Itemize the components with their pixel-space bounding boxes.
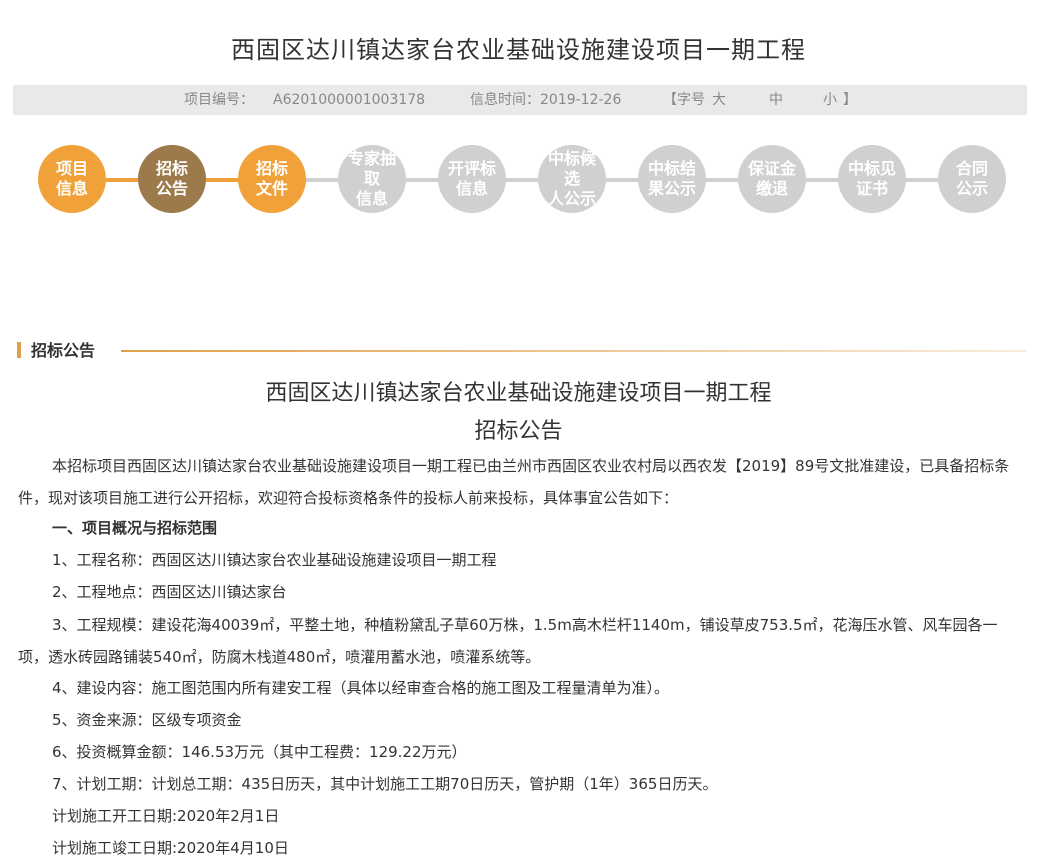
step-label-line1: 合同 <box>955 159 988 178</box>
step-label: 合同 公示 <box>956 159 988 199</box>
step-2[interactable]: 招标 公告 <box>138 145 206 213</box>
font-size-open: 【字号 <box>663 92 705 108</box>
step-label-line2: 公告 <box>155 179 188 198</box>
item-construction-content: 4、建设内容：施工图范围内所有建安工程（具体以经审查合格的施工图及工程量清单为准… <box>52 679 670 697</box>
step-label: 专家抽取 信息 <box>342 149 402 209</box>
item-project-scale: 3、工程规模：建设花海40039㎡，平整土地，种植粉黛乱子草60万株，1.5m高… <box>18 616 998 666</box>
step-10[interactable]: 合同 公示 <box>938 145 1006 213</box>
step-connector <box>506 178 538 182</box>
step-label: 招标 公告 <box>156 159 188 199</box>
doc-title: 西固区达川镇达家台农业基础设施建设项目一期工程 <box>265 381 772 406</box>
item-project-name: 1、工程名称：西固区达川镇达家台农业基础设施建设项目一期工程 <box>52 551 497 569</box>
step-label-line1: 中标见 <box>847 159 896 178</box>
step-label-line1: 中标候选 <box>547 149 596 188</box>
step-label: 项目 信息 <box>56 159 88 199</box>
step-label-line2: 证书 <box>855 179 888 198</box>
info-bar: 项目编号： A6201000001003178 信息时间：2019-12-26 … <box>13 85 1027 115</box>
project-no: A6201000001003178 <box>273 92 426 108</box>
step-label-line1: 中标结 <box>647 159 696 178</box>
step-label: 开评标 信息 <box>448 159 496 199</box>
step-label-line1: 项目 <box>55 159 88 178</box>
step-label-line2: 缴退 <box>755 179 788 198</box>
step-label: 招标 文件 <box>256 159 288 199</box>
step-label-line1: 专家抽取 <box>347 149 396 188</box>
step-label: 中标见 证书 <box>848 159 896 199</box>
step-label: 中标候选 人公示 <box>542 149 602 209</box>
step-4[interactable]: 专家抽取 信息 <box>338 145 406 213</box>
step-label-line1: 开评标 <box>447 159 496 178</box>
step-label: 中标结 果公示 <box>648 159 696 199</box>
step-connector <box>306 178 338 182</box>
heading-project-overview: 一、项目概况与招标范围 <box>52 519 218 537</box>
step-1[interactable]: 项目 信息 <box>38 145 106 213</box>
step-label-line1: 招标 <box>155 159 188 178</box>
step-9[interactable]: 中标见 证书 <box>838 145 906 213</box>
step-5[interactable]: 开评标 信息 <box>438 145 506 213</box>
item-project-location: 2、工程地点：西固区达川镇达家台 <box>52 583 287 601</box>
step-label-line1: 招标 <box>255 159 288 178</box>
step-label-line1: 保证金 <box>747 159 796 178</box>
step-label-line2: 文件 <box>255 179 288 198</box>
font-large-link[interactable]: 大 <box>712 85 726 115</box>
font-small-link[interactable]: 小 <box>823 85 837 115</box>
section-marker <box>17 342 21 358</box>
item-end-date: 计划施工竣工日期:2020年4月10日 <box>52 839 289 857</box>
step-label-line2: 信息 <box>455 179 488 198</box>
info-time: 信息时间：2019-12-26 <box>470 92 622 108</box>
step-connector <box>606 178 638 182</box>
step-7[interactable]: 中标结 果公示 <box>638 145 706 213</box>
section-header: 招标公告 <box>17 340 1027 362</box>
page-title: 西固区达川镇达家台农业基础设施建设项目一期工程 <box>231 36 806 64</box>
section-divider <box>121 350 1027 352</box>
font-medium-link[interactable]: 中 <box>769 85 783 115</box>
item-investment: 6、投资概算金额：146.53万元（其中工程费：129.22万元） <box>52 743 467 761</box>
item-funding-source: 5、资金来源：区级专项资金 <box>52 711 242 729</box>
step-label-line2: 人公示 <box>547 189 596 208</box>
step-label-line2: 果公示 <box>647 179 696 198</box>
doc-subtitle: 招标公告 <box>474 419 563 444</box>
step-6[interactable]: 中标候选 人公示 <box>538 145 606 213</box>
step-connector <box>806 178 838 182</box>
step-label-line2: 信息 <box>55 179 88 198</box>
step-label-line2: 公示 <box>955 179 988 198</box>
step-connector <box>106 178 138 182</box>
step-connector <box>206 178 238 182</box>
font-size-close: 】 <box>843 92 857 108</box>
step-connector <box>406 178 438 182</box>
section-label: 招标公告 <box>31 341 96 360</box>
item-schedule: 7、计划工期：计划总工期：435日历天，其中计划施工工期70日历天，管护期（1年… <box>52 775 718 793</box>
step-label: 保证金 缴退 <box>748 159 796 199</box>
item-start-date: 计划施工开工日期:2020年2月1日 <box>52 807 280 825</box>
step-3[interactable]: 招标 文件 <box>238 145 306 213</box>
step-label-line2: 信息 <box>355 189 388 208</box>
step-8[interactable]: 保证金 缴退 <box>738 145 806 213</box>
intro-paragraph: 本招标项目西固区达川镇达家台农业基础设施建设项目一期工程已由兰州市西固区农业农村… <box>18 457 1010 507</box>
step-connector <box>706 178 738 182</box>
project-no-label: 项目编号： <box>184 92 254 108</box>
step-connector <box>906 178 938 182</box>
progress-steps: 项目 信息 招标 公告 招标 文件 专家抽取 信息 开评标 信息 中标候选 人公示 中标结 果公示 保证金缴… <box>0 145 1037 225</box>
